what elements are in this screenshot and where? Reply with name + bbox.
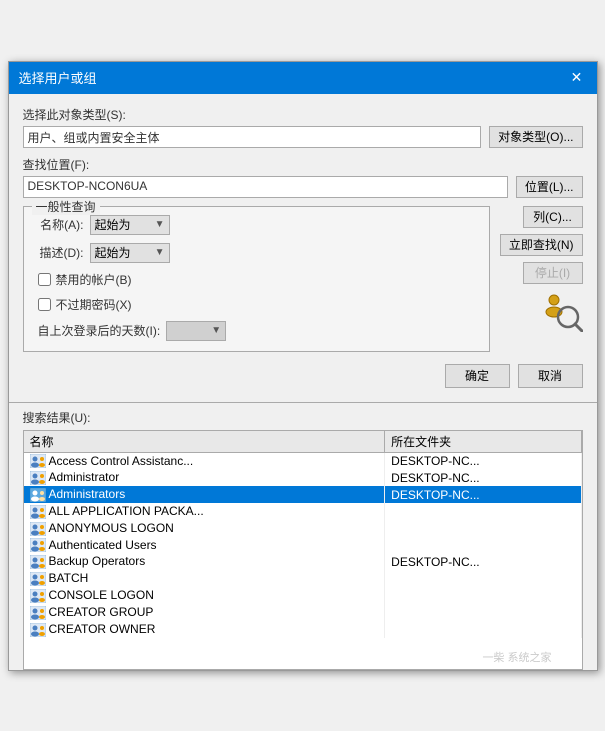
group-box-title: 一般性查询 <box>32 198 100 215</box>
table-row[interactable]: AdministratorDESKTOP-NC... <box>24 469 582 486</box>
object-type-input: 用户、组或内置安全主体 <box>23 126 482 148</box>
object-type-button[interactable]: 对象类型(O)... <box>489 126 582 148</box>
table-row[interactable]: ANONYMOUS LOGON <box>24 520 582 537</box>
col-name-header: 名称 <box>24 431 385 453</box>
days-label: 自上次登录后的天数(I): <box>38 322 161 339</box>
table-row[interactable]: Access Control Assistanc...DESKTOP-NC... <box>24 452 582 469</box>
no-expire-pwd-row: 不过期密码(X) <box>34 296 479 313</box>
location-label: 查找位置(F): <box>23 156 583 173</box>
table-row[interactable]: CREATOR OWNER <box>24 621 582 638</box>
row-name: Backup Operators <box>24 553 385 570</box>
search-icon-area <box>541 290 583 336</box>
row-folder <box>385 570 581 587</box>
dialog-body: 选择此对象类型(S): 用户、组或内置安全主体 对象类型(O)... 查找位置(… <box>9 94 597 400</box>
desc-dropdown[interactable]: 起始为 ▼ <box>90 243 170 263</box>
desc-query-label: 描述(D): <box>34 244 84 261</box>
row-folder: DESKTOP-NC... <box>385 486 581 503</box>
table-row[interactable]: ALL APPLICATION PACKA... <box>24 503 582 520</box>
stop-button[interactable]: 停止(I) <box>523 262 583 284</box>
desc-query-row: 描述(D): 起始为 ▼ <box>34 243 479 263</box>
close-button[interactable]: ✕ <box>567 68 587 88</box>
location-input: DESKTOP-NCON6UA <box>23 176 508 198</box>
table-row[interactable]: CONSOLE LOGON <box>24 587 582 604</box>
row-folder <box>385 503 581 520</box>
cancel-button[interactable]: 取消 <box>518 364 583 388</box>
disabled-accounts-checkbox[interactable] <box>38 273 51 286</box>
days-dropdown[interactable]: ▼ <box>166 321 226 341</box>
ok-cancel-row: 确定 取消 <box>23 364 583 388</box>
object-type-label: 选择此对象类型(S): <box>23 106 583 123</box>
results-label: 搜索结果(U): <box>9 409 597 426</box>
table-header-row: 名称 所在文件夹 <box>24 431 582 453</box>
results-table: 名称 所在文件夹 Access Control Assistanc...DESK… <box>24 431 582 638</box>
row-name: Access Control Assistanc... <box>24 452 385 469</box>
table-row[interactable]: BATCH <box>24 570 582 587</box>
name-dropdown-arrow: ▼ <box>155 219 165 230</box>
location-row: DESKTOP-NCON6UA 位置(L)... <box>23 176 583 198</box>
col-folder-header: 所在文件夹 <box>385 431 581 453</box>
row-folder: DESKTOP-NC... <box>385 469 581 486</box>
row-name: CONSOLE LOGON <box>24 587 385 604</box>
object-type-section: 选择此对象类型(S): 用户、组或内置安全主体 对象类型(O)... <box>23 106 583 148</box>
name-dropdown-value: 起始为 <box>95 216 131 233</box>
row-name: Administrators <box>24 486 385 503</box>
name-query-label: 名称(A): <box>34 216 84 233</box>
row-name: BATCH <box>24 570 385 587</box>
row-folder: DESKTOP-NC... <box>385 452 581 469</box>
table-row[interactable]: AdministratorsDESKTOP-NC... <box>24 486 582 503</box>
table-row[interactable]: CREATOR GROUP <box>24 604 582 621</box>
row-folder <box>385 537 581 554</box>
general-query-group: 一般性查询 名称(A): 起始为 ▼ 描述(D): <box>23 206 490 352</box>
location-button[interactable]: 位置(L)... <box>516 176 583 198</box>
row-name: CREATOR OWNER <box>24 621 385 638</box>
query-panel: 一般性查询 名称(A): 起始为 ▼ 描述(D): <box>23 206 583 352</box>
row-name: Administrator <box>24 469 385 486</box>
no-expire-pwd-checkbox[interactable] <box>38 298 51 311</box>
row-folder <box>385 587 581 604</box>
table-row[interactable]: Authenticated Users <box>24 537 582 554</box>
no-expire-pwd-label: 不过期密码(X) <box>56 296 132 313</box>
table-row[interactable]: Backup OperatorsDESKTOP-NC... <box>24 553 582 570</box>
ok-button[interactable]: 确定 <box>445 364 510 388</box>
name-dropdown[interactable]: 起始为 ▼ <box>90 215 170 235</box>
days-row: 自上次登录后的天数(I): ▼ <box>34 321 479 341</box>
disabled-accounts-row: 禁用的帐户(B) <box>34 271 479 288</box>
desc-dropdown-arrow: ▼ <box>155 247 165 258</box>
row-name: CREATOR GROUP <box>24 604 385 621</box>
desc-dropdown-value: 起始为 <box>95 244 131 261</box>
name-query-row: 名称(A): 起始为 ▼ <box>34 215 479 235</box>
general-query-content: 名称(A): 起始为 ▼ 描述(D): 起始为 ▼ <box>34 215 479 341</box>
query-left: 一般性查询 名称(A): 起始为 ▼ 描述(D): <box>23 206 490 352</box>
row-folder <box>385 520 581 537</box>
title-bar: 选择用户或组 ✕ <box>9 62 597 94</box>
dialog-title: 选择用户或组 <box>19 68 97 87</box>
row-name: ANONYMOUS LOGON <box>24 520 385 537</box>
object-type-row: 用户、组或内置安全主体 对象类型(O)... <box>23 126 583 148</box>
days-dropdown-arrow: ▼ <box>211 325 221 336</box>
select-user-dialog: 选择用户或组 ✕ 选择此对象类型(S): 用户、组或内置安全主体 对象类型(O)… <box>8 61 598 671</box>
results-table-container[interactable]: 名称 所在文件夹 Access Control Assistanc...DESK… <box>23 430 583 670</box>
disabled-accounts-label: 禁用的帐户(B) <box>56 271 132 288</box>
watermark: 一柴 系统之家 <box>482 649 551 665</box>
row-folder <box>385 621 581 638</box>
col-button[interactable]: 列(C)... <box>523 206 583 228</box>
location-section: 查找位置(F): DESKTOP-NCON6UA 位置(L)... <box>23 156 583 198</box>
row-name: Authenticated Users <box>24 537 385 554</box>
row-folder <box>385 604 581 621</box>
search-magnifier-icon <box>541 290 583 332</box>
right-buttons: 列(C)... 立即查找(N) 停止(I) <box>500 206 583 352</box>
row-folder: DESKTOP-NC... <box>385 553 581 570</box>
search-now-button[interactable]: 立即查找(N) <box>500 234 583 256</box>
row-name: ALL APPLICATION PACKA... <box>24 503 385 520</box>
results-section: 搜索结果(U): 名称 所在文件夹 Access Control Assista… <box>9 402 597 670</box>
